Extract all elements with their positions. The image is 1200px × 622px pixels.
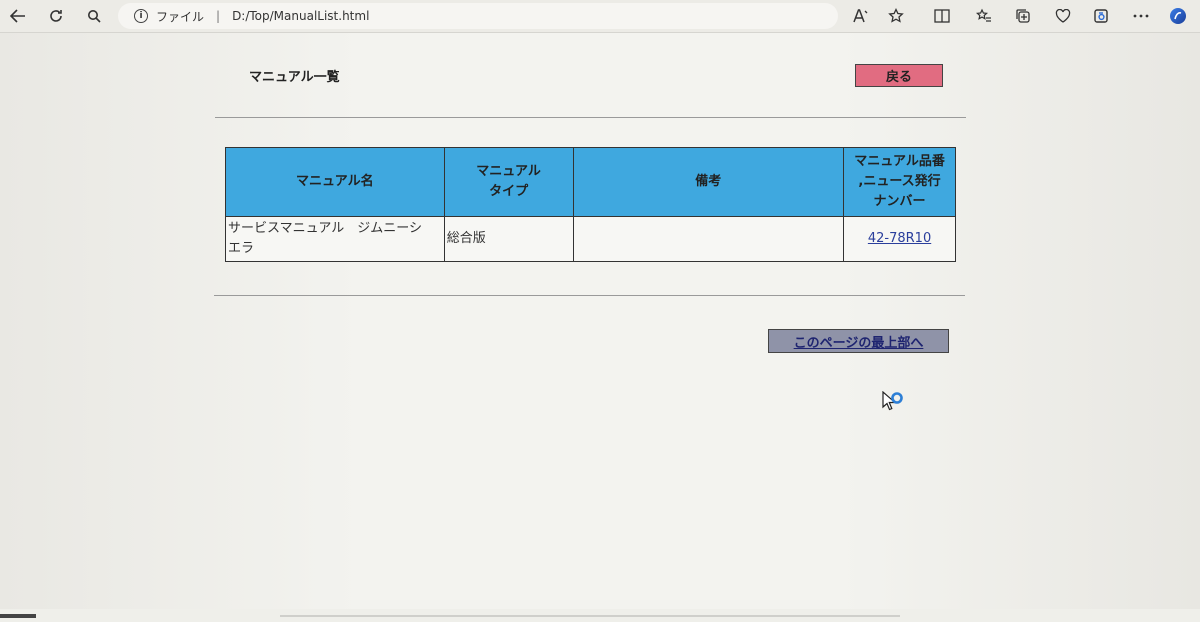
heart-icon[interactable] (1052, 6, 1074, 26)
cell-manual-number: 42-78R10 (843, 216, 956, 262)
table-row: サービスマニュアル ジムニーシ エラ 総合版 42-78R10 (225, 216, 956, 262)
address-separator: | (216, 9, 221, 23)
busy-cursor-icon (882, 390, 906, 415)
favorite-star-icon[interactable] (885, 6, 907, 26)
cell-manual-name: サービスマニュアル ジムニーシ エラ (225, 216, 445, 262)
cell-manual-type: 総合版 (443, 216, 574, 262)
info-icon[interactable]: i (134, 9, 148, 23)
cell-remarks (572, 216, 845, 262)
header-manual-name: マニュアル名 (225, 147, 445, 217)
manual-number-link[interactable]: 42-78R10 (868, 231, 931, 246)
copilot-icon[interactable] (1167, 6, 1189, 26)
header-remarks: 備考 (572, 147, 845, 217)
top-divider (215, 117, 966, 118)
address-bar[interactable]: i ファイル | D:/Top/ManualList.html (118, 3, 838, 29)
address-label: ファイル (156, 9, 205, 24)
more-icon[interactable] (1130, 6, 1152, 26)
read-aloud-icon[interactable] (850, 6, 872, 26)
table-header-row: マニュアル名 マニュアル タイプ 備考 マニュアル品番 ,ニュース発行 ナンバー (225, 147, 956, 217)
header-manual-type: マニュアル タイプ (443, 147, 574, 217)
manual-table: マニュアル名 マニュアル タイプ 備考 マニュアル品番 ,ニュース発行 ナンバー (225, 147, 956, 262)
header-manual-number: マニュアル品番 ,ニュース発行 ナンバー (843, 147, 956, 217)
bottom-divider (214, 295, 965, 296)
bottom-taskbar-edge (0, 603, 1200, 618)
collections-icon[interactable] (1012, 6, 1034, 26)
back-button[interactable]: 戻る (855, 64, 943, 87)
url-text: D:/Top/ManualList.html (232, 9, 370, 23)
page-content: マニュアル一覧 戻る マニュアル名 マニュアル タイプ 備考 マニュアル品番 ,… (0, 33, 1200, 618)
back-to-top-button[interactable]: このページの最上部へ (768, 329, 949, 353)
search-icon[interactable] (82, 5, 106, 27)
extension-icon[interactable] (1090, 6, 1112, 26)
split-screen-icon[interactable] (931, 6, 953, 26)
page-title: マニュアル一覧 (249, 70, 340, 85)
refresh-icon[interactable] (44, 5, 68, 27)
favorites-list-icon[interactable] (973, 6, 995, 26)
browser-toolbar: i ファイル | D:/Top/ManualList.html (0, 0, 1200, 33)
back-icon[interactable] (6, 5, 30, 27)
